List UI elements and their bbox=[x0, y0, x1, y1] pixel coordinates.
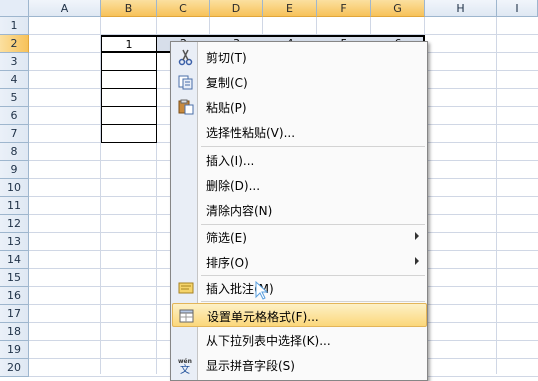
column-header-b[interactable]: B bbox=[101, 0, 157, 17]
row-header-5[interactable]: 5 bbox=[0, 89, 29, 107]
menu-item-filter[interactable]: 筛选(E) bbox=[172, 225, 427, 249]
row-header-16[interactable]: 16 bbox=[0, 287, 29, 305]
row-header-2[interactable]: 2 bbox=[0, 35, 29, 53]
row-header-1[interactable]: 1 bbox=[0, 17, 29, 35]
menu-item-clear-contents[interactable]: 清除内容(N) bbox=[172, 198, 427, 222]
column-header-f[interactable]: F bbox=[317, 0, 371, 17]
menu-item-delete[interactable]: 删除(D)... bbox=[172, 173, 427, 197]
cell-b3[interactable] bbox=[101, 53, 157, 71]
menu-item-copy[interactable]: 复制(C) bbox=[172, 70, 427, 94]
context-menu: 剪切(T) 复制(C) 粘贴(P) 选择性粘贴(V)... 插入(I)... 删… bbox=[170, 41, 428, 381]
cell-b5[interactable] bbox=[101, 89, 157, 107]
menu-item-label: 从下拉列表中选择(K)... bbox=[206, 334, 331, 348]
menu-separator bbox=[201, 146, 425, 147]
column-header-d[interactable]: D bbox=[210, 0, 263, 17]
column-header-c[interactable]: C bbox=[157, 0, 210, 17]
row-header-3[interactable]: 3 bbox=[0, 53, 29, 71]
svg-text:文: 文 bbox=[180, 363, 190, 374]
column-header-i[interactable]: I bbox=[497, 0, 538, 17]
menu-item-label: 设置单元格格式(F)... bbox=[207, 310, 319, 324]
menu-item-label: 粘贴(P) bbox=[206, 101, 247, 115]
menu-item-paste-special[interactable]: 选择性粘贴(V)... bbox=[172, 120, 427, 144]
menu-item-label: 删除(D)... bbox=[206, 179, 261, 193]
svg-text:wén: wén bbox=[178, 358, 192, 365]
cell-b7[interactable] bbox=[101, 125, 157, 143]
menu-item-sort[interactable]: 排序(O) bbox=[172, 250, 427, 274]
menu-item-label: 插入(I)... bbox=[206, 154, 255, 168]
row-header-8[interactable]: 8 bbox=[0, 143, 29, 161]
menu-item-insert[interactable]: 插入(I)... bbox=[172, 148, 427, 172]
menu-item-label: 显示拼音字段(S) bbox=[206, 359, 295, 373]
row-header-18[interactable]: 18 bbox=[0, 323, 29, 341]
menu-item-label: 剪切(T) bbox=[206, 51, 247, 65]
comment-icon bbox=[177, 279, 195, 297]
cell-b6[interactable] bbox=[101, 107, 157, 125]
submenu-arrow-icon bbox=[415, 232, 419, 240]
row-header-19[interactable]: 19 bbox=[0, 341, 29, 359]
menu-item-show-phonetic[interactable]: wén 文 显示拼音字段(S) bbox=[172, 353, 427, 377]
row-header-14[interactable]: 14 bbox=[0, 251, 29, 269]
paste-icon bbox=[177, 98, 195, 116]
menu-item-format-cells[interactable]: 设置单元格格式(F)... bbox=[172, 303, 427, 327]
row-header-17[interactable]: 17 bbox=[0, 305, 29, 323]
menu-item-paste[interactable]: 粘贴(P) bbox=[172, 95, 427, 119]
format-cells-icon bbox=[178, 307, 196, 325]
row-header-20[interactable]: 20 bbox=[0, 359, 29, 377]
menu-item-insert-comment[interactable]: 插入批注(M) bbox=[172, 276, 427, 300]
row-header-6[interactable]: 6 bbox=[0, 107, 29, 125]
submenu-arrow-icon bbox=[415, 257, 419, 265]
row-header-12[interactable]: 12 bbox=[0, 215, 29, 233]
row-header-15[interactable]: 15 bbox=[0, 269, 29, 287]
column-header-e[interactable]: E bbox=[263, 0, 317, 17]
menu-item-label: 排序(O) bbox=[206, 256, 249, 270]
cell-b4[interactable] bbox=[101, 71, 157, 89]
menu-item-label: 选择性粘贴(V)... bbox=[206, 126, 296, 140]
mouse-cursor-icon bbox=[254, 280, 274, 301]
column-header-g[interactable]: G bbox=[371, 0, 425, 17]
row-header-10[interactable]: 10 bbox=[0, 179, 29, 197]
row-header-11[interactable]: 11 bbox=[0, 197, 29, 215]
menu-item-label: 清除内容(N) bbox=[206, 204, 273, 218]
menu-item-label: 筛选(E) bbox=[206, 231, 247, 245]
menu-item-pick-from-list[interactable]: 从下拉列表中选择(K)... bbox=[172, 328, 427, 352]
column-header-h[interactable]: H bbox=[425, 0, 497, 17]
menu-separator bbox=[201, 301, 425, 302]
column-header-a[interactable]: A bbox=[29, 0, 101, 17]
copy-icon bbox=[177, 73, 195, 91]
row-header-13[interactable]: 13 bbox=[0, 233, 29, 251]
select-all-corner[interactable] bbox=[0, 0, 29, 17]
cell-b2[interactable]: 1 bbox=[101, 36, 157, 52]
phonetic-icon: wén 文 bbox=[177, 356, 195, 376]
menu-item-label: 复制(C) bbox=[206, 76, 248, 90]
row-header-9[interactable]: 9 bbox=[0, 161, 29, 179]
menu-item-cut[interactable]: 剪切(T) bbox=[172, 45, 427, 69]
row-header-4[interactable]: 4 bbox=[0, 71, 29, 89]
row-header-7[interactable]: 7 bbox=[0, 125, 29, 143]
scissors-icon bbox=[177, 48, 195, 66]
